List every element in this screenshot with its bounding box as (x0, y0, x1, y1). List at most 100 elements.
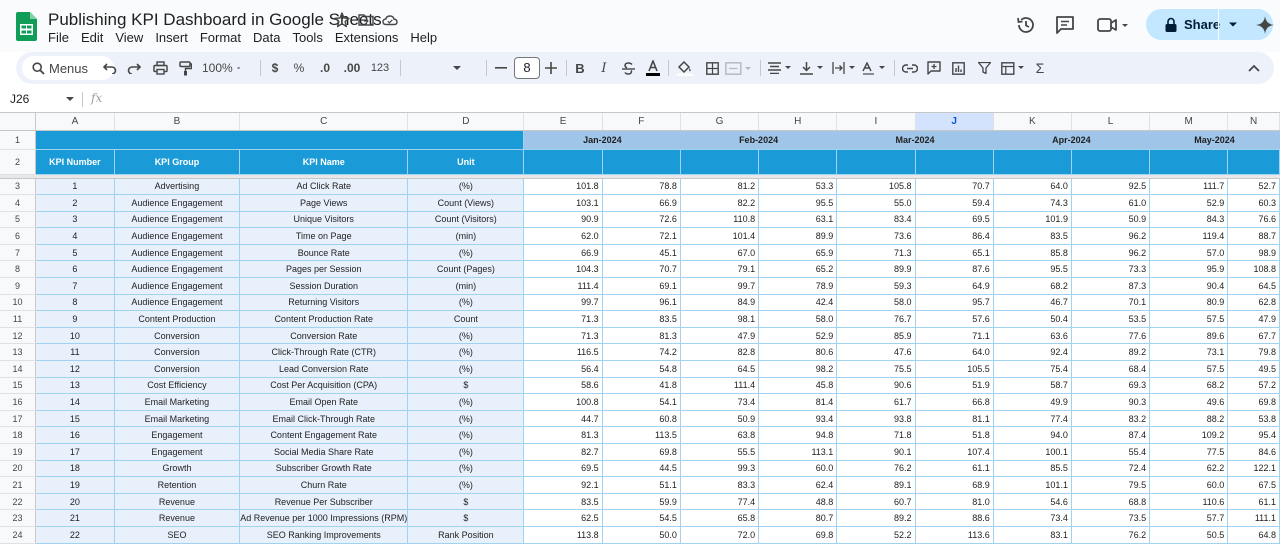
value-cell[interactable]: 79.1 (680, 260, 760, 279)
value-cell[interactable]: 69.5 (915, 211, 994, 229)
value-cell[interactable]: 80.6 (758, 343, 838, 362)
value-cell[interactable]: 108.8 (1227, 260, 1280, 279)
column-header-h[interactable]: H (758, 113, 838, 131)
kpi-group-cell[interactable]: Email Marketing (114, 393, 241, 411)
row-header[interactable]: 23 (0, 509, 37, 527)
kpi-name-cell[interactable]: Page Views (239, 194, 409, 212)
filter-icon[interactable] (976, 58, 992, 78)
value-cell[interactable]: 98.9 (1227, 244, 1280, 262)
value-cell[interactable]: 77.5 (1149, 443, 1229, 461)
value-cell[interactable]: 83.5 (993, 227, 1072, 245)
value-cell[interactable]: 60.0 (1149, 476, 1229, 494)
value-cell[interactable]: 57.5 (1149, 360, 1229, 378)
value-cell[interactable]: 77.6 (1071, 327, 1151, 345)
month-subheader-cell[interactable] (1149, 149, 1229, 175)
kpi-number-cell[interactable]: 6 (35, 260, 115, 279)
value-cell[interactable]: 83.5 (523, 493, 603, 511)
value-cell[interactable]: 66.9 (523, 244, 603, 262)
value-cell[interactable]: 67.5 (1227, 476, 1280, 494)
undo-icon[interactable] (102, 58, 118, 78)
row-header[interactable]: 3 (0, 178, 37, 196)
value-cell[interactable]: 83.1 (993, 526, 1072, 544)
kpi-unit-cell[interactable]: (%) (407, 360, 525, 378)
value-cell[interactable]: 73.4 (680, 393, 760, 411)
row-header[interactable]: 8 (0, 260, 37, 279)
value-cell[interactable]: 87.6 (915, 260, 994, 279)
month-subheader-cell[interactable] (523, 149, 603, 175)
month-subheader-cell[interactable] (602, 149, 681, 175)
value-cell[interactable]: 101.8 (523, 178, 603, 196)
functions-button[interactable]: Σ (1032, 58, 1048, 78)
kpi-number-cell[interactable]: 8 (35, 294, 115, 312)
kpi-unit-cell[interactable]: (%) (407, 393, 525, 411)
kpi-unit-cell[interactable]: $ (407, 377, 525, 395)
kpi-name-cell[interactable]: Ad Click Rate (239, 178, 409, 196)
value-cell[interactable]: 50.5 (1149, 526, 1229, 544)
fill-color-button[interactable] (676, 58, 694, 78)
value-cell[interactable]: 55.0 (836, 194, 916, 212)
value-cell[interactable]: 113.5 (602, 426, 681, 444)
name-box[interactable]: J26 (10, 92, 29, 106)
column-header-k[interactable]: K (993, 113, 1072, 131)
vertical-align-button[interactable] (800, 58, 826, 78)
value-cell[interactable]: 109.2 (1149, 426, 1229, 444)
value-cell[interactable]: 51.9 (915, 377, 994, 395)
kpi-name-cell[interactable]: Click-Through Rate (CTR) (239, 343, 409, 362)
kpi-name-cell[interactable]: Time on Page (239, 227, 409, 245)
strikethrough-button[interactable] (620, 58, 636, 78)
bold-button[interactable]: B (572, 58, 588, 78)
kpi-number-cell[interactable]: 14 (35, 393, 115, 411)
value-cell[interactable]: 47.9 (680, 327, 760, 345)
row-header[interactable]: 6 (0, 227, 37, 245)
value-cell[interactable]: 65.9 (758, 244, 838, 262)
print-icon[interactable] (151, 58, 169, 78)
value-cell[interactable]: 62.5 (523, 509, 603, 527)
kpi-number-cell[interactable]: 17 (35, 443, 115, 461)
kpi-group-cell[interactable]: Audience Engagement (114, 211, 241, 229)
value-cell[interactable]: 99.7 (680, 277, 760, 295)
comments-icon[interactable] (1054, 14, 1076, 36)
kpi-group-cell[interactable]: Advertising (114, 178, 241, 196)
value-cell[interactable]: 66.9 (602, 194, 681, 212)
star-icon[interactable] (333, 11, 351, 29)
value-cell[interactable]: 77.4 (680, 493, 760, 511)
value-cell[interactable]: 74.2 (602, 343, 681, 362)
kpi-group-cell[interactable]: Cost Efficiency (114, 377, 241, 395)
value-cell[interactable]: 69.8 (1227, 393, 1280, 411)
value-cell[interactable]: 64.9 (915, 277, 994, 295)
value-cell[interactable]: 76.6 (1227, 211, 1280, 229)
kpi-unit-cell[interactable]: Count (Visitors) (407, 211, 525, 229)
value-cell[interactable]: 85.8 (993, 244, 1072, 262)
insert-link-icon[interactable] (902, 58, 918, 78)
value-cell[interactable]: 51.1 (602, 476, 681, 494)
kpi-name-cell[interactable]: Session Duration (239, 277, 409, 295)
borders-button[interactable] (704, 58, 720, 78)
column-header-g[interactable]: G (680, 113, 760, 131)
redo-icon[interactable] (126, 58, 142, 78)
value-cell[interactable]: 50.4 (993, 310, 1072, 328)
row-header[interactable]: 11 (0, 310, 37, 328)
value-cell[interactable]: 113.1 (758, 443, 838, 461)
percent-format-button[interactable]: % (292, 58, 306, 78)
value-cell[interactable]: 76.7 (836, 310, 916, 328)
value-cell[interactable]: 57.2 (1227, 377, 1280, 395)
kpi-group-cell[interactable]: Growth (114, 460, 241, 478)
value-cell[interactable]: 113.8 (523, 526, 603, 544)
value-cell[interactable]: 82.8 (680, 343, 760, 362)
kpi-number-cell[interactable]: 2 (35, 194, 115, 212)
menu-tools[interactable]: Tools (292, 30, 322, 46)
value-cell[interactable]: 58.6 (523, 377, 603, 395)
value-cell[interactable]: 62.2 (1149, 460, 1229, 478)
kpi-unit-cell[interactable]: (%) (407, 294, 525, 312)
month-subheader-cell[interactable] (1227, 149, 1280, 175)
menu-data[interactable]: Data (253, 30, 280, 46)
kpi-group-cell[interactable]: Retention (114, 476, 241, 494)
kpi-name-cell[interactable]: Revenue Per Subscriber (239, 493, 409, 511)
spreadsheet-grid[interactable]: ABCDEFGHIJKLMN 1 Jan-2024 Feb-2024 Mar-2024… (0, 112, 1280, 545)
month-subheader-cell[interactable] (836, 149, 916, 175)
value-cell[interactable]: 71.1 (915, 327, 994, 345)
value-cell[interactable]: 71.8 (836, 426, 916, 444)
row-header[interactable]: 20 (0, 460, 37, 478)
kpi-number-cell[interactable]: 11 (35, 343, 115, 362)
value-cell[interactable]: 68.2 (1149, 377, 1229, 395)
